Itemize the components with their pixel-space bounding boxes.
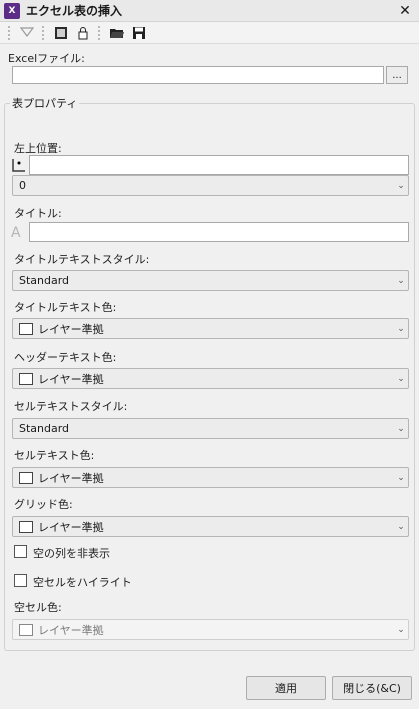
color-swatch xyxy=(19,520,33,533)
cell-color-label: セルテキスト色: xyxy=(14,449,95,462)
cell-style-label: セルテキストスタイル: xyxy=(14,400,128,413)
color-swatch xyxy=(19,623,33,636)
color-swatch xyxy=(19,372,33,385)
title-color-label: タイトルテキスト色: xyxy=(14,301,117,314)
highlight-empty-cells-label: 空セルをハイライト xyxy=(33,576,132,589)
cell-color-value: レイヤー準拠 xyxy=(38,471,104,485)
dialog-footer: 適用 閉じる(&C) xyxy=(0,664,419,709)
color-swatch xyxy=(19,322,33,335)
toolbar-separator xyxy=(98,25,102,40)
empty-cell-color-dropdown[interactable]: レイヤー準拠 ⌄ xyxy=(12,619,409,640)
chevron-down-icon: ⌄ xyxy=(397,373,405,384)
title-style-label: タイトルテキストスタイル: xyxy=(14,253,150,266)
hide-empty-columns-label: 空の列を非表示 xyxy=(33,547,110,560)
chevron-down-icon: ⌄ xyxy=(397,521,405,532)
close-window-button[interactable]: ✕ xyxy=(395,1,415,21)
pick-point-icon[interactable] xyxy=(11,157,27,176)
excel-app-icon: X xyxy=(4,2,20,19)
table-properties-label: 表プロパティ xyxy=(10,95,80,111)
header-color-value: レイヤー準拠 xyxy=(38,372,104,386)
cell-style-value: Standard xyxy=(19,422,70,435)
layer-dropdown[interactable]: 0 ⌄ xyxy=(12,175,409,196)
layer-value: 0 xyxy=(19,179,26,192)
open-folder-icon[interactable] xyxy=(109,25,125,41)
header-color-label: ヘッダーテキスト色: xyxy=(14,351,117,364)
color-swatch xyxy=(19,471,33,484)
grid-color-label: グリッド色: xyxy=(14,498,73,511)
table-icon[interactable] xyxy=(53,25,69,41)
chevron-down-icon: ⌄ xyxy=(397,275,405,286)
cell-color-dropdown[interactable]: レイヤー準拠 ⌄ xyxy=(12,467,409,488)
cell-style-dropdown[interactable]: Standard ⌄ xyxy=(12,418,409,439)
toolbar xyxy=(0,22,419,44)
chevron-down-icon: ⌄ xyxy=(397,180,405,191)
title-style-dropdown[interactable]: Standard ⌄ xyxy=(12,270,409,291)
close-button[interactable]: 閉じる(&C) xyxy=(332,676,412,700)
title-color-value: レイヤー準拠 xyxy=(38,322,104,336)
filter-icon[interactable] xyxy=(19,25,35,41)
title-style-value: Standard xyxy=(19,274,70,287)
excel-file-label: Excelファイル: xyxy=(8,52,85,65)
chevron-down-icon: ⌄ xyxy=(397,423,405,434)
grid-color-value: レイヤー準拠 xyxy=(38,520,104,534)
chevron-down-icon: ⌄ xyxy=(397,624,405,635)
excel-file-input[interactable] xyxy=(12,66,384,84)
empty-cell-color-label: 空セル色: xyxy=(14,601,62,614)
position-label: 左上位置: xyxy=(14,142,62,155)
toolbar-separator xyxy=(42,25,46,40)
highlight-empty-cells-checkbox[interactable] xyxy=(14,574,27,587)
chevron-down-icon: ⌄ xyxy=(397,323,405,334)
title-bar: X エクセル表の挿入 ✕ xyxy=(0,0,419,22)
title-color-dropdown[interactable]: レイヤー準拠 ⌄ xyxy=(12,318,409,339)
position-input[interactable] xyxy=(29,155,409,175)
browse-button[interactable]: ... xyxy=(386,66,408,84)
lock-icon[interactable] xyxy=(75,25,91,41)
empty-cell-color-value: レイヤー準拠 xyxy=(38,623,104,637)
hide-empty-columns-checkbox[interactable] xyxy=(14,545,27,558)
save-icon[interactable] xyxy=(131,25,147,41)
header-color-dropdown[interactable]: レイヤー準拠 ⌄ xyxy=(12,368,409,389)
chevron-down-icon: ⌄ xyxy=(397,472,405,483)
toolbar-grip[interactable] xyxy=(8,25,12,40)
apply-button[interactable]: 適用 xyxy=(246,676,326,700)
title-input[interactable] xyxy=(29,222,409,242)
grid-color-dropdown[interactable]: レイヤー準拠 ⌄ xyxy=(12,516,409,537)
text-style-icon[interactable]: A xyxy=(10,224,28,243)
title-label: タイトル: xyxy=(14,207,62,220)
svg-text:A: A xyxy=(11,225,21,240)
window-title: エクセル表の挿入 xyxy=(26,4,123,18)
